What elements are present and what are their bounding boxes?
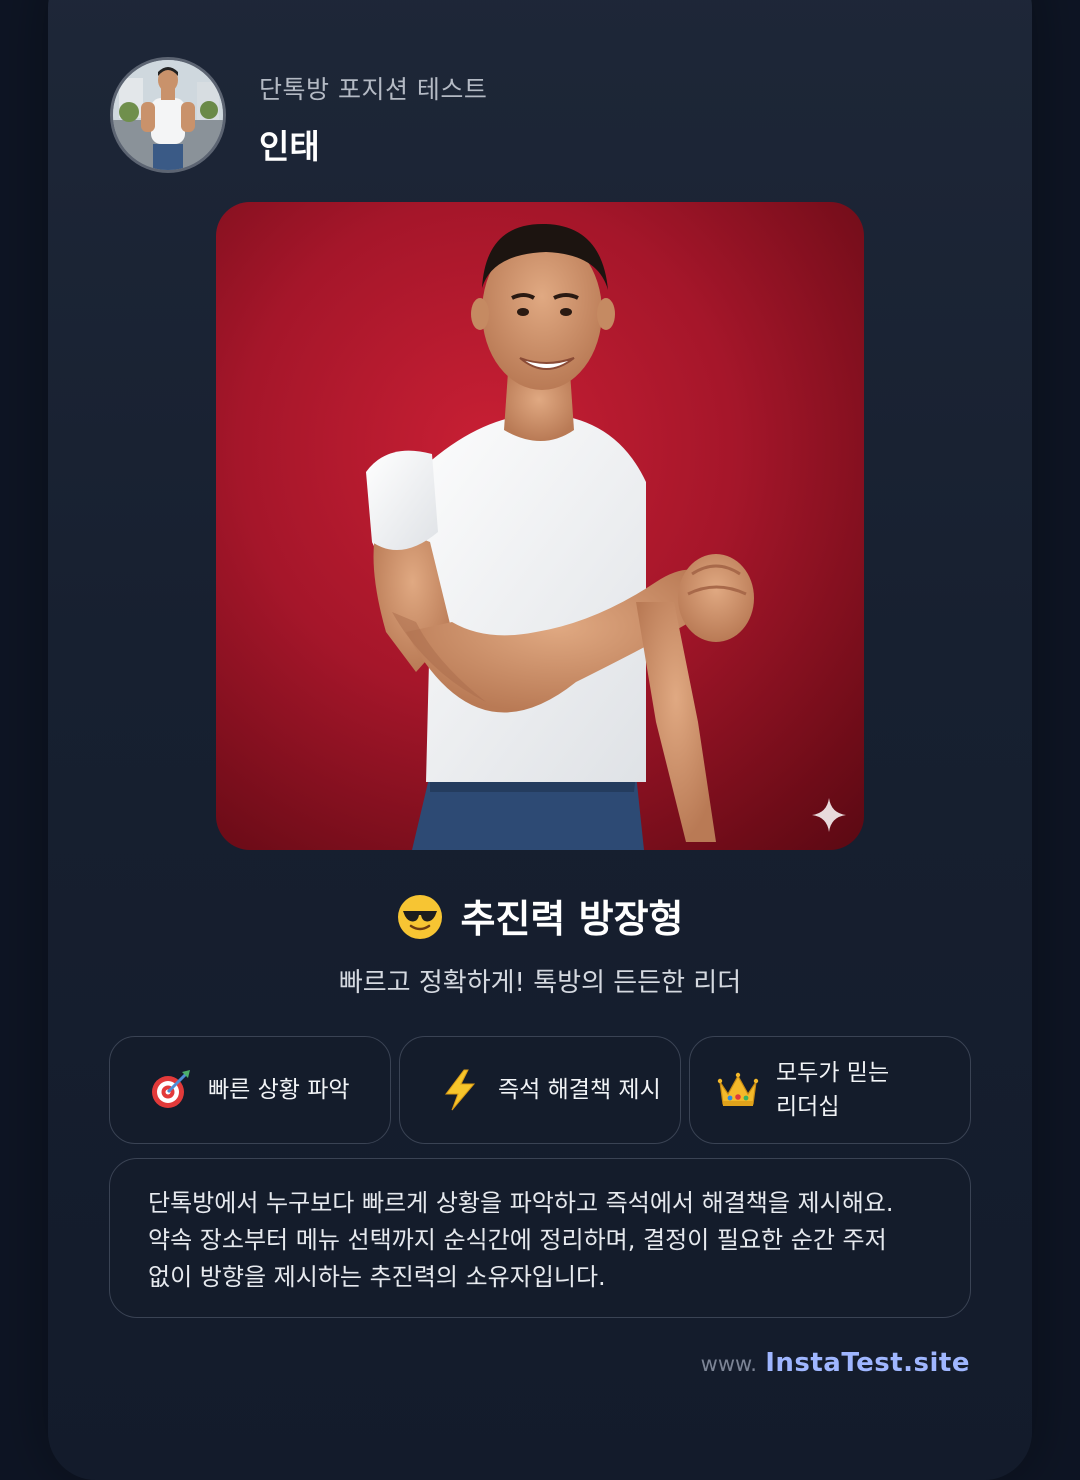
result-title-text: 추진력 방장형 — [460, 897, 684, 941]
crown-icon — [717, 1072, 759, 1106]
avatar — [110, 57, 226, 173]
site-watermark: www. InstaTest.site — [701, 1348, 970, 1378]
lightning-icon — [445, 1069, 476, 1111]
target-dart-icon — [152, 1070, 190, 1108]
result-hero-image — [216, 202, 864, 850]
muscular-man-illustration — [366, 223, 754, 850]
result-tagline: 빠르고 정확하게! 톡방의 든든한 리더 — [338, 968, 742, 998]
avatar-photo — [113, 60, 223, 170]
site-prefix: www. — [700, 1352, 757, 1376]
trait-label: 모두가 믿는 리더십 — [776, 1060, 890, 1120]
sparkle-icon — [812, 798, 846, 832]
site-name: InstaTest.site — [765, 1348, 970, 1378]
result-description-box: 단톡방에서 누구보다 빠르게 상황을 파악하고 즉석에서 해결책을 제시해요. … — [109, 1158, 971, 1318]
sunglasses-face-icon — [397, 895, 442, 939]
trait-label: 빠른 상황 파악 — [208, 1077, 350, 1103]
trait-label: 즉석 해결책 제시 — [498, 1077, 661, 1103]
trait-chip: 즉석 해결책 제시 — [399, 1036, 681, 1144]
user-name: 인태 — [259, 127, 320, 166]
test-name: 단톡방 포지션 테스트 — [259, 75, 488, 104]
result-description: 단톡방에서 누구보다 빠르게 상황을 파악하고 즉석에서 해결책을 제시해요. … — [148, 1189, 894, 1291]
result-title: 추진력 방장형 — [0, 888, 1080, 943]
trait-chip: 빠른 상황 파악 — [109, 1036, 391, 1144]
trait-chip: 모두가 믿는 리더십 — [689, 1036, 971, 1144]
